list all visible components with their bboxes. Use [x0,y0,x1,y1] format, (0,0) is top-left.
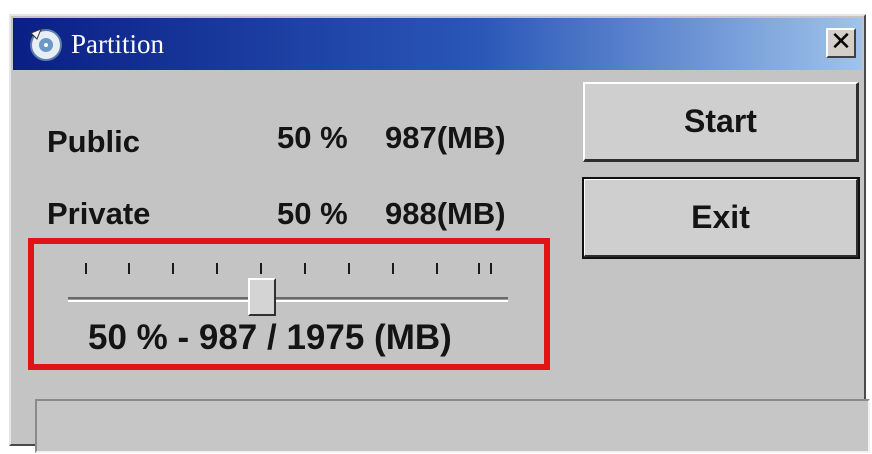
slider-tick [172,263,174,274]
slider-tick [392,263,394,274]
private-label: Private [47,196,151,231]
close-button[interactable]: ✕ [826,28,856,58]
slider-track[interactable] [68,297,508,302]
slider-tick [128,263,130,274]
public-percent: 50 % [277,120,348,155]
slider-tick [490,263,492,274]
slider-tick [436,263,438,274]
start-button-label: Start [684,103,757,139]
exit-button[interactable]: Exit [582,177,860,259]
private-size: 988(MB) [385,196,506,231]
slider-readout: 50 % - 987 / 1975 (MB) [88,318,452,357]
slider-tick [478,263,480,274]
slider-tick [260,263,262,274]
slider-thumb[interactable] [248,278,276,316]
private-percent: 50 % [277,196,348,231]
slider-tick [304,263,306,274]
partition-disk-icon [27,25,65,63]
partition-window: Partition ✕ Public 50 % 987(MB) Private … [9,14,870,453]
title-bar[interactable]: Partition ✕ [13,18,862,70]
status-bar [35,399,870,453]
window-title: Partition [71,29,164,59]
exit-button-label: Exit [691,199,750,235]
slider-tick [216,263,218,274]
close-icon: ✕ [830,27,852,57]
public-label: Public [47,124,141,159]
public-size: 987(MB) [385,120,506,155]
slider-tick [85,263,87,274]
slider-tick [348,263,350,274]
start-button[interactable]: Start [583,82,859,162]
